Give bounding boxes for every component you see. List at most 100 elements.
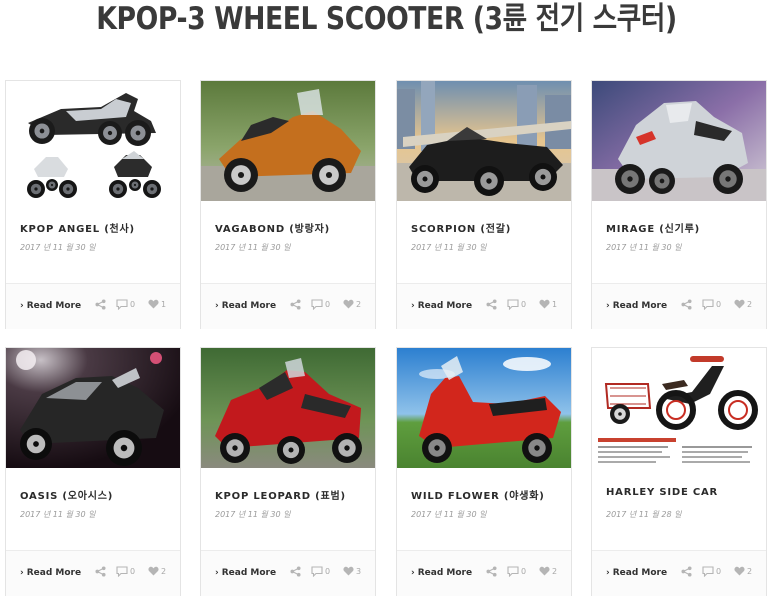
post-thumbnail[interactable] — [6, 81, 180, 201]
share-button[interactable] — [486, 566, 497, 577]
like-count: 2 — [161, 566, 167, 576]
post-title[interactable]: SCORPION (전갈) — [411, 220, 561, 235]
share-icon — [486, 299, 497, 310]
comments-link[interactable]: 0 — [116, 299, 135, 310]
like-count: 1 — [552, 299, 558, 309]
post-thumbnail[interactable] — [6, 348, 180, 468]
share-button[interactable] — [95, 299, 106, 310]
share-button[interactable] — [290, 566, 301, 577]
heart-icon — [539, 566, 550, 576]
comments-link[interactable]: 0 — [507, 299, 526, 310]
comments-link[interactable]: 0 — [507, 566, 526, 577]
post-title[interactable]: KPOP ANGEL (천사) — [20, 220, 170, 235]
share-icon — [290, 566, 301, 577]
share-button[interactable] — [95, 566, 106, 577]
comment-count: 0 — [521, 567, 527, 576]
share-button[interactable] — [681, 299, 692, 310]
post-title[interactable]: WILD FLOWER (야생화) — [411, 487, 561, 502]
read-more-link[interactable]: › Read More — [20, 301, 81, 311]
comments-link[interactable]: 0 — [702, 566, 721, 577]
red-bike-with-sidecar-spec-sheet-image[interactable] — [592, 348, 766, 468]
comment-count: 0 — [716, 567, 722, 576]
post-title[interactable]: KPOP LEOPARD (표범) — [215, 487, 365, 502]
read-more-label: Read More — [221, 301, 277, 311]
read-more-link[interactable]: › Read More — [606, 568, 667, 578]
share-icon — [95, 566, 106, 577]
like-button[interactable]: 2 — [148, 566, 166, 576]
post-title[interactable]: OASIS (오아시스) — [20, 487, 170, 502]
heart-icon — [148, 299, 159, 309]
post-thumbnail[interactable] — [592, 348, 766, 468]
post-footer: › Read More 0 2 — [6, 550, 180, 596]
post-footer: › Read More 0 2 — [201, 283, 375, 329]
comment-icon — [116, 299, 128, 310]
like-button[interactable]: 2 — [734, 566, 752, 576]
read-more-link[interactable]: › Read More — [606, 301, 667, 311]
comment-icon — [702, 299, 714, 310]
share-button[interactable] — [290, 299, 301, 310]
comment-icon — [311, 299, 323, 310]
silver-maxi-trike-scooter-image[interactable] — [592, 81, 766, 201]
share-icon — [290, 299, 301, 310]
post-title[interactable]: HARLEY SIDE CAR — [606, 487, 756, 498]
read-more-link[interactable]: › Read More — [20, 568, 81, 578]
orange-trike-roadster-image[interactable] — [201, 81, 375, 201]
red-touring-trike-image[interactable] — [201, 348, 375, 468]
chevron-right-icon: › — [606, 568, 610, 578]
read-more-link[interactable]: › Read More — [411, 301, 472, 311]
like-count: 2 — [747, 566, 753, 576]
read-more-label: Read More — [26, 568, 82, 578]
chevron-right-icon: › — [215, 568, 219, 578]
post-date: 2017 년 11 월 30 일 — [20, 510, 96, 519]
chevron-right-icon: › — [20, 301, 24, 311]
post-card: OASIS (오아시스) 2017 년 11 월 30 일 › Read More… — [5, 347, 181, 596]
page-title: KPOP-3 WHEEL SCOOTER (3륜 전기 스쿠터) — [96, 1, 677, 37]
comment-count: 0 — [130, 567, 136, 576]
black-open-three-wheeler-city-image[interactable] — [397, 81, 571, 201]
like-button[interactable]: 1 — [539, 299, 557, 309]
comment-icon — [507, 566, 519, 577]
comments-link[interactable]: 0 — [116, 566, 135, 577]
like-button[interactable]: 1 — [148, 299, 166, 309]
share-button[interactable] — [486, 299, 497, 310]
silver-three-wheel-scooter-collage-image[interactable] — [6, 81, 180, 201]
comment-count: 0 — [325, 300, 331, 309]
post-card: MIRAGE (신기루) 2017 년 11 월 30 일 › Read More… — [591, 80, 767, 329]
post-card: HARLEY SIDE CAR 2017 년 11 월 28 일 › Read M… — [591, 347, 767, 596]
post-thumbnail[interactable] — [592, 81, 766, 201]
post-footer: › Read More 0 2 — [592, 550, 766, 596]
read-more-label: Read More — [26, 301, 82, 311]
read-more-label: Read More — [417, 568, 473, 578]
read-more-link[interactable]: › Read More — [411, 568, 472, 578]
heart-icon — [734, 566, 745, 576]
post-thumbnail[interactable] — [201, 348, 375, 468]
post-footer: › Read More 0 1 — [397, 283, 571, 329]
post-date: 2017 년 11 월 30 일 — [606, 243, 682, 252]
post-thumbnail[interactable] — [201, 81, 375, 201]
chevron-right-icon: › — [411, 301, 415, 311]
like-button[interactable]: 2 — [734, 299, 752, 309]
like-button[interactable]: 2 — [343, 299, 361, 309]
post-title[interactable]: VAGABOND (방랑자) — [215, 220, 365, 235]
comment-icon — [507, 299, 519, 310]
black-futuristic-trike-studio-image[interactable] — [6, 348, 180, 468]
post-card: VAGABOND (방랑자) 2017 년 11 월 30 일 › Read Mo… — [200, 80, 376, 329]
share-button[interactable] — [681, 566, 692, 577]
heart-icon — [148, 566, 159, 576]
post-date: 2017 년 11 월 28 일 — [606, 510, 682, 519]
like-count: 2 — [747, 299, 753, 309]
comments-link[interactable]: 0 — [702, 299, 721, 310]
share-icon — [681, 299, 692, 310]
read-more-label: Read More — [221, 568, 277, 578]
red-black-scooter-outdoors-image[interactable] — [397, 348, 571, 468]
post-footer: › Read More 0 1 — [6, 283, 180, 329]
comments-link[interactable]: 0 — [311, 299, 330, 310]
like-button[interactable]: 2 — [539, 566, 557, 576]
read-more-link[interactable]: › Read More — [215, 568, 276, 578]
comments-link[interactable]: 0 — [311, 566, 330, 577]
read-more-link[interactable]: › Read More — [215, 301, 276, 311]
post-thumbnail[interactable] — [397, 348, 571, 468]
post-thumbnail[interactable] — [397, 81, 571, 201]
like-button[interactable]: 3 — [343, 566, 361, 576]
post-title[interactable]: MIRAGE (신기루) — [606, 220, 756, 235]
